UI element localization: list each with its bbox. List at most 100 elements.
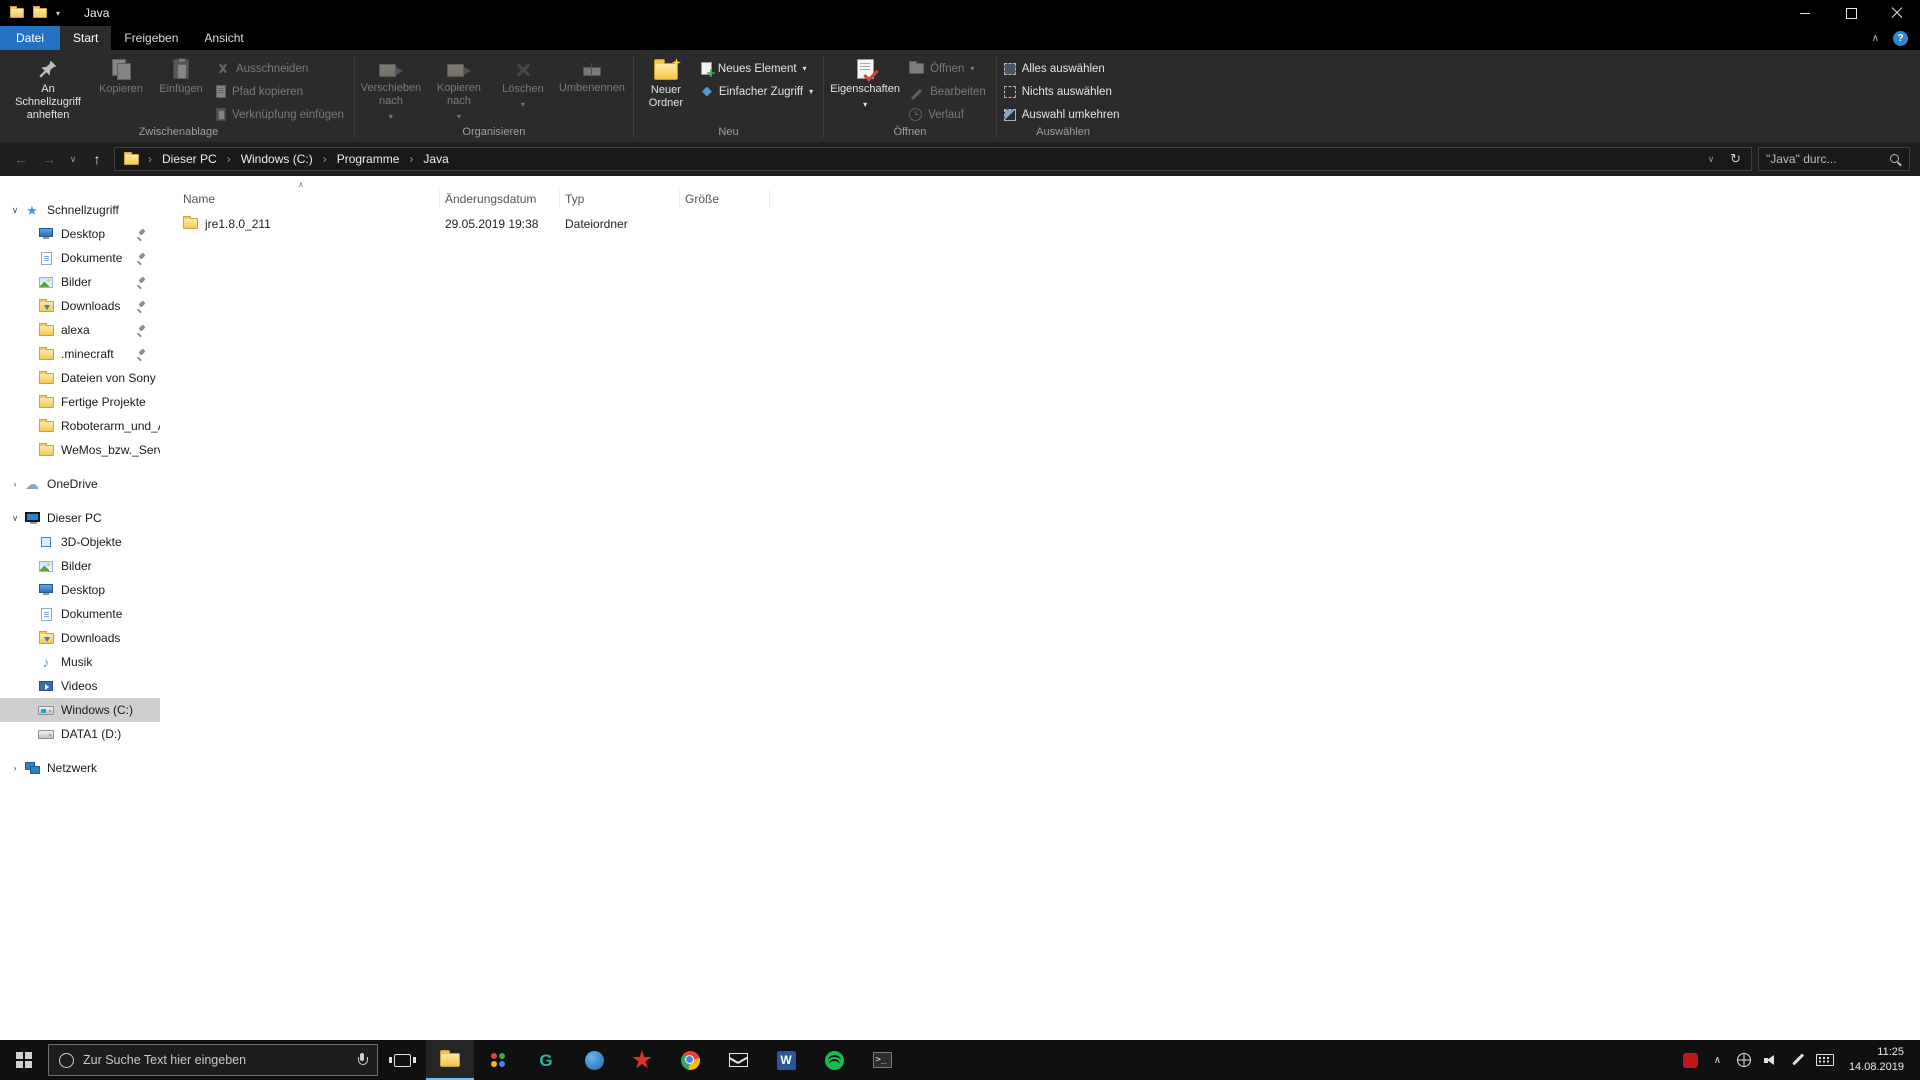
history-button[interactable]: Verlauf bbox=[905, 104, 993, 125]
minimize-button[interactable] bbox=[1782, 0, 1828, 26]
touch-keyboard-button[interactable] bbox=[1812, 1054, 1839, 1066]
edit-button[interactable]: Bearbeiten bbox=[905, 81, 993, 102]
sidebar-item-pc-desktop[interactable]: Desktop bbox=[0, 578, 160, 602]
taskbar-word[interactable]: W bbox=[762, 1040, 810, 1080]
chevron-right-icon[interactable]: › bbox=[8, 763, 22, 773]
sidebar-item-minecraft[interactable]: .minecraft bbox=[0, 342, 160, 366]
breadcrumb-this-pc[interactable]: Dieser PC bbox=[154, 152, 225, 166]
chevron-down-icon[interactable]: ∨ bbox=[8, 205, 22, 216]
sidebar-item-pc-bilder[interactable]: Bilder bbox=[0, 554, 160, 578]
file-row[interactable]: jre1.8.0_211 29.05.2019 19:38 Dateiordne… bbox=[160, 211, 1920, 236]
pin-to-quick-access-button[interactable]: An Schnellzugriff anheften bbox=[6, 54, 90, 125]
easy-access-button[interactable]: Einfacher Zugriff ▾ bbox=[697, 81, 820, 102]
taskbar-mail[interactable] bbox=[714, 1040, 762, 1080]
sidebar-item-windows-c[interactable]: Windows (C:) bbox=[0, 698, 160, 722]
back-icon[interactable]: ← bbox=[10, 151, 32, 167]
copy-button[interactable]: Kopieren bbox=[92, 54, 150, 125]
qat-customize-dropdown-icon[interactable]: ▾ bbox=[56, 9, 60, 18]
taskbar-file-explorer[interactable] bbox=[426, 1040, 474, 1080]
column-header-size[interactable]: Größe bbox=[680, 189, 770, 208]
tab-datei[interactable]: Datei bbox=[0, 26, 61, 50]
invert-selection-button[interactable]: Auswahl umkehren bbox=[1000, 104, 1127, 125]
maximize-button[interactable] bbox=[1828, 0, 1874, 26]
select-all-button[interactable]: Alles auswählen bbox=[1000, 58, 1127, 79]
refresh-icon[interactable]: ↻ bbox=[1730, 151, 1741, 167]
sidebar-item-roboterarm[interactable]: Roboterarm_und_A bbox=[0, 414, 160, 438]
sidebar-item-desktop[interactable]: Desktop bbox=[0, 222, 160, 246]
sidebar-item-this-pc[interactable]: ∨ Dieser PC bbox=[0, 506, 160, 530]
taskbar-app-blue[interactable] bbox=[570, 1040, 618, 1080]
column-header-date[interactable]: Änderungsdatum bbox=[440, 189, 560, 208]
taskbar-app-g[interactable]: G bbox=[522, 1040, 570, 1080]
taskbar-chrome[interactable] bbox=[666, 1040, 714, 1080]
tab-start[interactable]: Start bbox=[60, 26, 112, 50]
cut-button[interactable]: Ausschneiden bbox=[212, 58, 351, 79]
properties-button[interactable]: Eigenschaften ▾ bbox=[827, 54, 903, 125]
collapse-ribbon-icon[interactable]: ∧ bbox=[1872, 33, 1879, 44]
tab-ansicht[interactable]: Ansicht bbox=[191, 26, 256, 50]
sidebar-item-pc-dokumente[interactable]: Dokumente bbox=[0, 602, 160, 626]
breadcrumb-java[interactable]: Java bbox=[415, 152, 456, 166]
sidebar-item-downloads[interactable]: Downloads bbox=[0, 294, 160, 318]
paste-button[interactable]: Einfügen bbox=[152, 54, 210, 125]
address-dropdown-icon[interactable]: ∨ bbox=[1704, 154, 1718, 165]
column-header-name[interactable]: Name bbox=[178, 189, 440, 208]
paste-shortcut-button[interactable]: Verknüpfung einfügen bbox=[212, 104, 351, 125]
pin-icon bbox=[38, 59, 58, 79]
sidebar-item-pc-downloads[interactable]: Downloads bbox=[0, 626, 160, 650]
taskbar-clock[interactable]: 11:25 14.08.2019 bbox=[1839, 1045, 1914, 1076]
up-icon[interactable]: ↑ bbox=[86, 151, 108, 167]
taskbar-search[interactable]: Zur Suche Text hier eingeben bbox=[48, 1044, 378, 1076]
task-view-button[interactable] bbox=[378, 1040, 426, 1080]
sidebar-item-data1-d[interactable]: DATA1 (D:) bbox=[0, 722, 160, 746]
address-field[interactable]: › Dieser PC › Windows (C:) › Programme ›… bbox=[114, 147, 1752, 171]
delete-button[interactable]: Löschen ▾ bbox=[494, 54, 552, 125]
rename-button[interactable]: Umbenennen bbox=[554, 54, 630, 125]
sidebar-item-quick-access[interactable]: ∨ ★ Schnellzugriff bbox=[0, 198, 160, 222]
volume-button[interactable] bbox=[1758, 1054, 1785, 1067]
open-button[interactable]: Öffnen ▾ bbox=[905, 58, 993, 79]
tab-freigeben[interactable]: Freigeben bbox=[111, 26, 191, 50]
taskbar-app-dots[interactable] bbox=[474, 1040, 522, 1080]
column-header-type[interactable]: Typ bbox=[560, 189, 680, 208]
taskbar-spotify[interactable] bbox=[810, 1040, 858, 1080]
sidebar-item-3d-objekte[interactable]: 3D-Objekte bbox=[0, 530, 160, 554]
history-dropdown-icon[interactable]: ∨ bbox=[66, 154, 80, 165]
sidebar-item-dokumente[interactable]: Dokumente bbox=[0, 246, 160, 270]
search-icon[interactable] bbox=[1889, 153, 1902, 166]
copy-path-button[interactable]: Pfad kopieren bbox=[212, 81, 351, 102]
chevron-down-icon[interactable]: ∨ bbox=[8, 513, 22, 524]
new-folder-button[interactable]: Neuer Ordner bbox=[637, 54, 695, 125]
pen-icon bbox=[1791, 1053, 1805, 1067]
sidebar-item-onedrive[interactable]: › ☁ OneDrive bbox=[0, 472, 160, 496]
microphone-icon[interactable] bbox=[357, 1052, 368, 1068]
taskbar-app-red[interactable] bbox=[618, 1040, 666, 1080]
taskbar-console[interactable]: >_ bbox=[858, 1040, 906, 1080]
close-button[interactable] bbox=[1874, 0, 1920, 26]
help-icon[interactable]: ? bbox=[1893, 30, 1908, 46]
breadcrumb-programme[interactable]: Programme bbox=[329, 152, 408, 166]
tray-red-app[interactable] bbox=[1677, 1052, 1704, 1068]
new-item-button[interactable]: Neues Element ▾ bbox=[697, 58, 820, 79]
select-none-button[interactable]: Nichts auswählen bbox=[1000, 81, 1127, 102]
hidden-icons-chevron[interactable]: ∧ bbox=[1704, 1055, 1731, 1066]
network-tray-button[interactable] bbox=[1731, 1053, 1758, 1067]
sidebar-item-netzwerk[interactable]: › Netzwerk bbox=[0, 756, 160, 780]
sidebar-item-wemos[interactable]: WeMos_bzw._Serve bbox=[0, 438, 160, 462]
copy-to-button[interactable]: Kopieren nach ▾ bbox=[426, 54, 492, 125]
search-input[interactable]: "Java" durc... bbox=[1758, 147, 1910, 171]
pen-tray-button[interactable] bbox=[1785, 1053, 1812, 1067]
sidebar-item-alexa[interactable]: alexa bbox=[0, 318, 160, 342]
breadcrumb-windows-c[interactable]: Windows (C:) bbox=[233, 152, 321, 166]
ribbon-group-new: Neuer Ordner Neues Element ▾ Einfacher Z… bbox=[637, 51, 820, 142]
sidebar-item-fertige-projekte[interactable]: Fertige Projekte bbox=[0, 390, 160, 414]
sidebar-item-videos[interactable]: Videos bbox=[0, 674, 160, 698]
sidebar-item-musik[interactable]: ♪ Musik bbox=[0, 650, 160, 674]
chevron-right-icon[interactable]: › bbox=[8, 479, 22, 489]
forward-icon[interactable]: → bbox=[38, 151, 60, 167]
start-button[interactable] bbox=[0, 1040, 48, 1080]
qat-folder-icon[interactable] bbox=[33, 6, 47, 18]
sidebar-item-dateien-von-sony[interactable]: Dateien von Sony U bbox=[0, 366, 160, 390]
move-to-button[interactable]: Verschieben nach ▾ bbox=[358, 54, 424, 125]
sidebar-item-bilder[interactable]: Bilder bbox=[0, 270, 160, 294]
